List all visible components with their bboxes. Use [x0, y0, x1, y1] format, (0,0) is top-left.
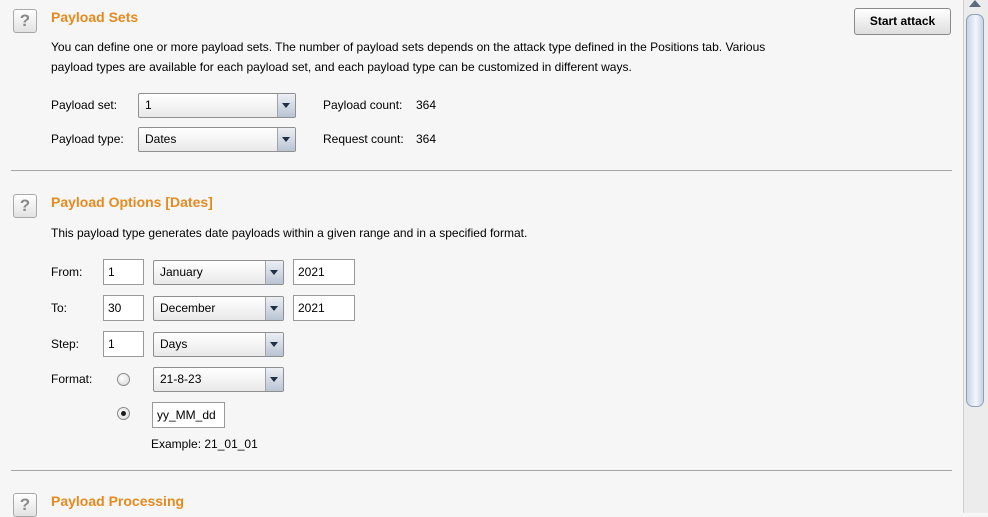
to-year-input[interactable]: 2021	[293, 295, 355, 321]
vertical-scrollbar[interactable]	[963, 0, 988, 513]
scroll-up-icon[interactable]	[969, 0, 981, 7]
chevron-down-icon	[277, 128, 295, 151]
chevron-down-icon	[265, 368, 283, 391]
section-divider	[11, 470, 952, 471]
payload-type-select[interactable]: Dates	[138, 127, 296, 152]
from-label: From:	[51, 265, 83, 279]
from-month-value: January	[160, 265, 203, 279]
request-count-label: Request count:	[323, 132, 404, 146]
payload-count-value: 364	[416, 98, 437, 112]
from-month-select[interactable]: January	[153, 260, 284, 285]
help-icon-payload-processing[interactable]: ?	[13, 493, 37, 517]
help-icon-payload-sets[interactable]: ?	[13, 9, 37, 33]
payload-set-select[interactable]: 1	[138, 93, 296, 118]
step-input[interactable]: 1	[103, 331, 144, 357]
payload-sets-description-line2: payload types are available for each pay…	[51, 60, 632, 74]
request-count-value: 364	[416, 132, 437, 146]
section-divider	[11, 170, 952, 171]
format-preset-select[interactable]: 21-8-23	[153, 367, 284, 392]
to-label: To:	[51, 301, 68, 315]
chevron-down-icon	[265, 333, 283, 356]
to-month-value: December	[160, 301, 216, 315]
section-title-payload-processing: Payload Processing	[51, 493, 185, 509]
format-custom-radio[interactable]	[117, 407, 130, 420]
format-custom-input[interactable]: yy_MM_dd	[152, 402, 225, 428]
format-preset-value: 21-8-23	[160, 372, 202, 386]
payload-count-label: Payload count:	[323, 98, 403, 112]
step-unit-value: Days	[160, 337, 188, 351]
example-label: Example:	[151, 437, 202, 451]
help-icon-payload-options[interactable]: ?	[13, 194, 37, 218]
example-value: 21_01_01	[204, 437, 258, 451]
step-unit-select[interactable]: Days	[153, 332, 284, 357]
format-label: Format:	[51, 372, 93, 386]
from-year-input[interactable]: 2021	[293, 259, 355, 285]
section-title-payload-options: Payload Options [Dates]	[51, 194, 213, 210]
chevron-down-icon	[265, 297, 283, 320]
chevron-down-icon	[277, 94, 295, 117]
from-day-input[interactable]: 1	[103, 259, 144, 285]
payload-set-label: Payload set:	[51, 98, 118, 112]
format-example: Example: 21_01_01	[151, 436, 258, 452]
chevron-down-icon	[265, 261, 283, 284]
payload-type-label: Payload type:	[51, 132, 124, 146]
payload-set-value: 1	[145, 98, 152, 112]
to-month-select[interactable]: December	[153, 296, 284, 321]
section-title-payload-sets: Payload Sets	[51, 9, 139, 25]
step-label: Step:	[51, 337, 80, 351]
payload-type-value: Dates	[145, 132, 177, 146]
payload-sets-description-line1: You can define one or more payload sets.…	[51, 40, 766, 54]
format-preset-radio[interactable]	[117, 373, 130, 386]
scrollbar-thumb[interactable]	[966, 14, 984, 407]
to-day-input[interactable]: 30	[103, 295, 144, 321]
start-attack-button[interactable]: Start attack	[854, 8, 951, 35]
payload-options-description: This payload type generates date payload…	[51, 226, 528, 240]
